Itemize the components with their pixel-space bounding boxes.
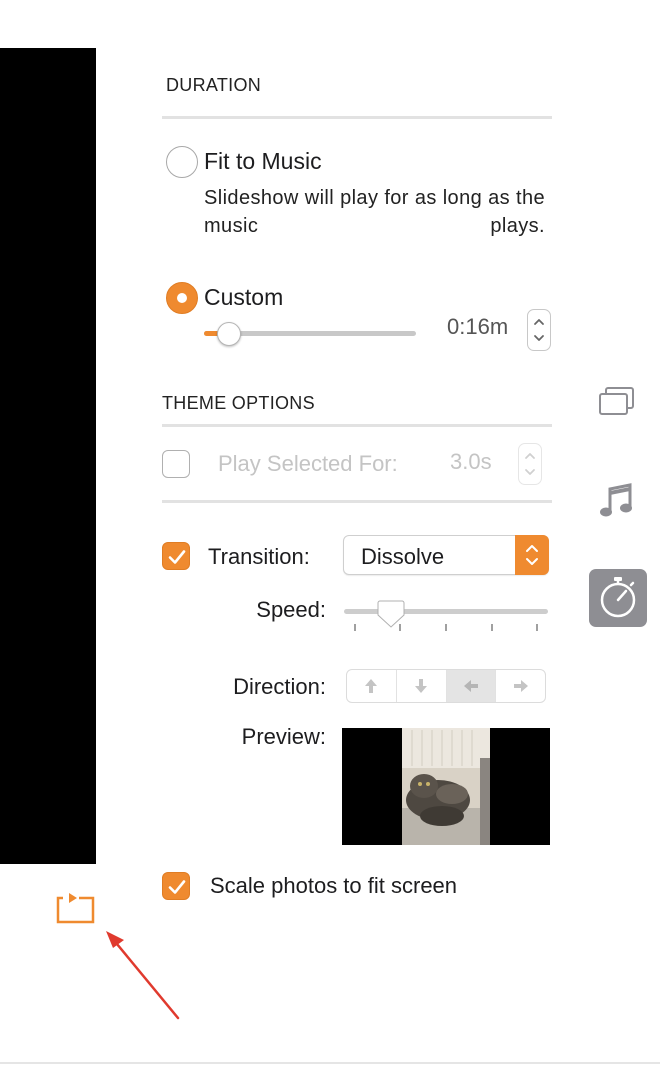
arrow-left-icon [463,680,478,692]
divider [162,500,552,503]
stepper-arrows-icon [534,319,544,341]
fit-to-music-radio[interactable] [166,146,198,178]
divider [162,116,552,119]
custom-duration-value: 0:16m [447,314,509,339]
duration-tab[interactable] [589,569,647,627]
transition-popup[interactable]: Dissolve [343,535,549,575]
themes-tab[interactable] [598,386,636,418]
annotation-arrow [106,931,180,1020]
slider-tick [491,624,493,631]
theme-options-section-title: THEME OPTIONS [162,393,315,413]
transition-preview-image [342,728,550,845]
slider-tick [536,624,538,631]
bottom-divider [0,1062,660,1064]
chevron-up-down-icon [526,545,538,565]
slider-tick [354,624,356,631]
arrow-down-icon [415,679,428,693]
popup-arrows [515,535,549,575]
fit-to-music-label[interactable]: Fit to Music [204,148,322,175]
play-selected-stepper[interactable] [518,443,542,485]
direction-down-button[interactable] [397,670,447,702]
checkmark-icon [168,550,186,564]
duration-stepper[interactable] [527,309,551,351]
play-selected-checkbox[interactable] [162,450,190,478]
play-selected-value: 3.0s [450,449,492,474]
arrow-up-icon [365,679,378,693]
stopwatch-icon [600,577,636,618]
play-selected-label: Play Selected For: [218,451,398,476]
themes-icon [599,387,634,415]
custom-label[interactable]: Custom [204,284,283,311]
fit-to-music-description: Slideshow will play for as long as the m… [204,187,545,237]
direction-label: Direction: [233,674,326,699]
direction-up-button[interactable] [347,670,397,702]
duration-section-title: DURATION [166,75,262,95]
arrow-right-icon [513,680,528,692]
cat-photo [342,728,550,845]
stepper-arrows-icon [525,453,535,475]
transition-label: Transition: [208,544,310,569]
scale-photos-checkbox[interactable] [162,872,190,900]
music-tab[interactable] [598,481,636,521]
transition-checkbox[interactable] [162,542,190,570]
music-note-icon [600,483,632,517]
slider-track [344,609,548,614]
custom-duration-slider[interactable] [204,322,416,346]
direction-right-button[interactable] [496,670,545,702]
transition-popup-value: Dissolve [361,544,445,569]
divider [162,424,552,427]
loop-button[interactable] [55,892,97,924]
direction-left-button[interactable] [446,670,497,702]
loop-icon [56,893,95,924]
speed-slider[interactable] [344,599,550,633]
slider-knob[interactable] [217,322,241,346]
slideshow-preview-panel [0,48,96,864]
preview-label: Preview: [241,724,326,749]
checkmark-icon [168,880,186,894]
speed-label: Speed: [256,597,326,622]
slider-tick [445,624,447,631]
scale-photos-label: Scale photos to fit screen [210,873,458,898]
custom-radio[interactable] [166,282,198,314]
slider-tick [399,624,401,631]
direction-segmented-control[interactable] [346,669,546,703]
